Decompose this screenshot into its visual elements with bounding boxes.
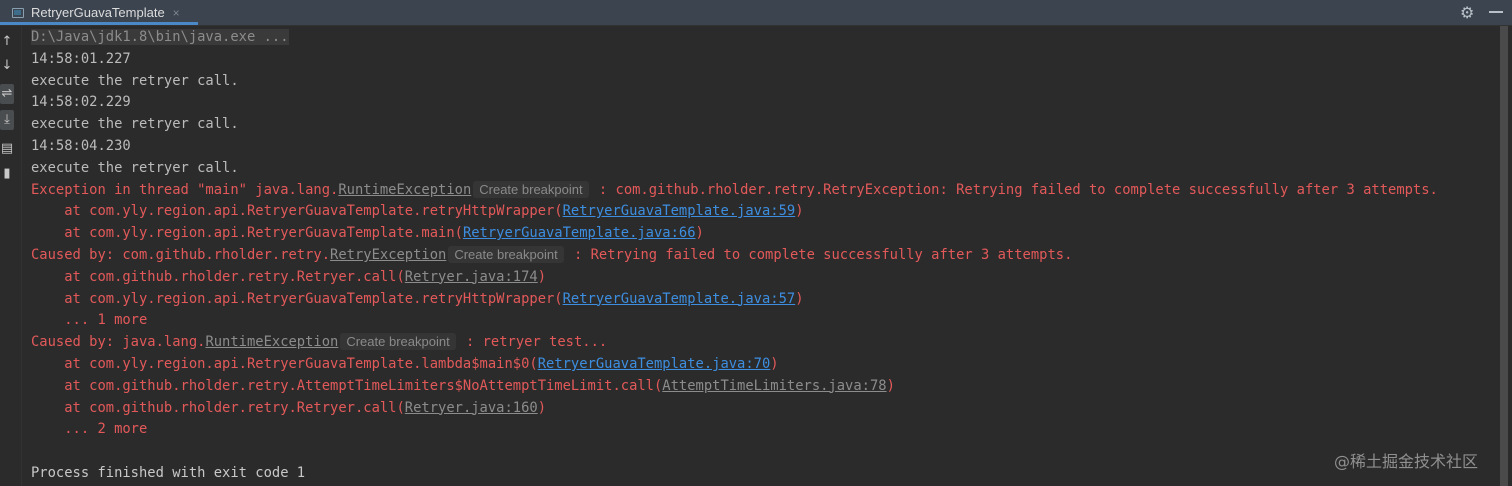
console-line: 14:58:04.230 <box>31 136 1438 158</box>
watermark: @稀土掘金技术社区 <box>1334 452 1479 471</box>
console-line: at com.github.rholder.retry.AttemptTimeL… <box>31 376 1438 398</box>
console-toolbar: ↑ ↓ ⇌ ⤓ ▤ ▮ <box>0 26 20 486</box>
tab-retryer-guava-template[interactable]: RetryerGuavaTemplate × <box>0 0 198 25</box>
error-text: Caused by: java.lang. <box>31 334 206 351</box>
console-line: at com.yly.region.api.RetryerGuavaTempla… <box>31 223 1438 245</box>
output-text: 14:58:04.230 <box>31 137 131 154</box>
gear-icon[interactable]: ⚙ <box>1460 3 1474 22</box>
console-line: execute the retryer call. <box>31 114 1438 136</box>
up-arrow-icon[interactable]: ↑ <box>0 32 14 52</box>
library-link[interactable]: Retryer.java:160 <box>405 400 538 416</box>
console-line: Caused by: java.lang.RuntimeException Cre… <box>31 332 1438 354</box>
create-breakpoint-button[interactable]: Create breakpoint <box>448 245 564 263</box>
console-line: at com.github.rholder.retry.Retryer.call… <box>31 398 1438 420</box>
toolbar-divider <box>21 26 22 486</box>
exit-message: Process finished with exit code 1 <box>31 464 306 481</box>
down-arrow-icon[interactable]: ↓ <box>0 56 14 76</box>
print-icon[interactable]: ▤ <box>0 139 14 159</box>
error-text: : retryer test... <box>457 334 608 351</box>
soft-wrap-icon[interactable]: ⇌ <box>0 84 14 104</box>
close-tab-icon[interactable]: × <box>173 6 180 20</box>
error-text: at com.yly.region.api.RetryerGuavaTempla… <box>31 225 463 242</box>
error-text: : Retrying failed to complete successful… <box>565 246 1073 263</box>
scrollbar-thumb[interactable] <box>1500 26 1508 486</box>
create-breakpoint-button[interactable]: Create breakpoint <box>473 180 589 198</box>
library-link[interactable]: AttemptTimeLimiters.java:78 <box>662 378 886 394</box>
source-link[interactable]: RetryerGuavaTemplate.java:59 <box>563 203 796 219</box>
library-link[interactable]: RuntimeException <box>338 182 471 198</box>
error-text: at com.yly.region.api.RetryerGuavaTempla… <box>31 203 563 220</box>
output-text: execute the retryer call. <box>31 116 239 133</box>
error-text: ) <box>795 203 804 220</box>
active-tab-indicator <box>0 22 198 25</box>
console-line: at com.yly.region.api.RetryerGuavaTempla… <box>31 289 1438 311</box>
console-line: execute the retryer call. <box>31 71 1438 93</box>
library-link[interactable]: Retryer.java:174 <box>405 269 538 285</box>
console-line: ... 2 more <box>31 419 1438 441</box>
console-line: Process finished with exit code 1 <box>31 463 1438 485</box>
source-link[interactable]: RetryerGuavaTemplate.java:70 <box>538 356 771 372</box>
console-line: 14:58:01.227 <box>31 49 1438 71</box>
console-line: Caused by: com.github.rholder.retry.Retr… <box>31 245 1438 267</box>
library-link[interactable]: RetryException <box>330 247 446 263</box>
error-text: at com.github.rholder.retry.Retryer.call… <box>31 268 405 285</box>
error-text: Caused by: com.github.rholder.retry. <box>31 246 331 263</box>
error-text: ... 1 more <box>31 312 148 329</box>
scroll-to-end-icon[interactable]: ⤓ <box>0 110 14 130</box>
console-line: at com.yly.region.api.RetryerGuavaTempla… <box>31 201 1438 223</box>
error-text: ... 2 more <box>31 421 148 438</box>
error-text: ) <box>886 377 895 394</box>
console-line: execute the retryer call. <box>31 158 1438 180</box>
error-text: ) <box>695 225 704 242</box>
console-line: at com.yly.region.api.RetryerGuavaTempla… <box>31 354 1438 376</box>
output-text: execute the retryer call. <box>31 72 239 89</box>
library-link[interactable]: RuntimeException <box>205 334 338 350</box>
console-line: at com.github.rholder.retry.Retryer.call… <box>31 267 1438 289</box>
console-icon <box>12 7 24 18</box>
tool-window-header: RetryerGuavaTemplate × ⚙ <box>0 0 1512 26</box>
output-text: 14:58:02.229 <box>31 94 131 111</box>
error-text: : com.github.rholder.retry.RetryExceptio… <box>590 181 1438 198</box>
source-link[interactable]: RetryerGuavaTemplate.java:57 <box>563 291 796 307</box>
console-line: ... 1 more <box>31 310 1438 332</box>
console-output[interactable]: D:\Java\jdk1.8\bin\java.exe ... 14:58:01.… <box>31 27 1438 485</box>
error-text: ) <box>770 355 779 372</box>
create-breakpoint-button[interactable]: Create breakpoint <box>340 333 456 351</box>
error-text: at com.yly.region.api.RetryerGuavaTempla… <box>31 290 563 307</box>
error-text: ) <box>537 268 547 285</box>
error-text: at com.github.rholder.retry.Retryer.call… <box>31 399 405 416</box>
error-text: ) <box>537 399 547 416</box>
console-line: 14:58:02.229 <box>31 92 1438 114</box>
source-link[interactable]: RetryerGuavaTemplate.java:66 <box>463 225 696 241</box>
trash-icon[interactable]: ▮ <box>0 164 14 184</box>
error-text: at com.yly.region.api.RetryerGuavaTempla… <box>31 355 538 372</box>
output-text: 14:58:01.227 <box>31 50 131 67</box>
tab-label: RetryerGuavaTemplate <box>31 5 165 20</box>
error-text: ) <box>795 290 804 307</box>
error-text: Exception in thread "main" java.lang. <box>31 181 339 198</box>
command-line: D:\Java\jdk1.8\bin\java.exe ... <box>31 29 289 45</box>
error-text: at com.github.rholder.retry.AttemptTimeL… <box>31 377 663 394</box>
minimize-icon[interactable] <box>1489 11 1503 13</box>
console-line: D:\Java\jdk1.8\bin\java.exe ... <box>31 27 1438 49</box>
console-line: Exception in thread "main" java.lang.Run… <box>31 180 1438 202</box>
output-text: execute the retryer call. <box>31 159 239 176</box>
